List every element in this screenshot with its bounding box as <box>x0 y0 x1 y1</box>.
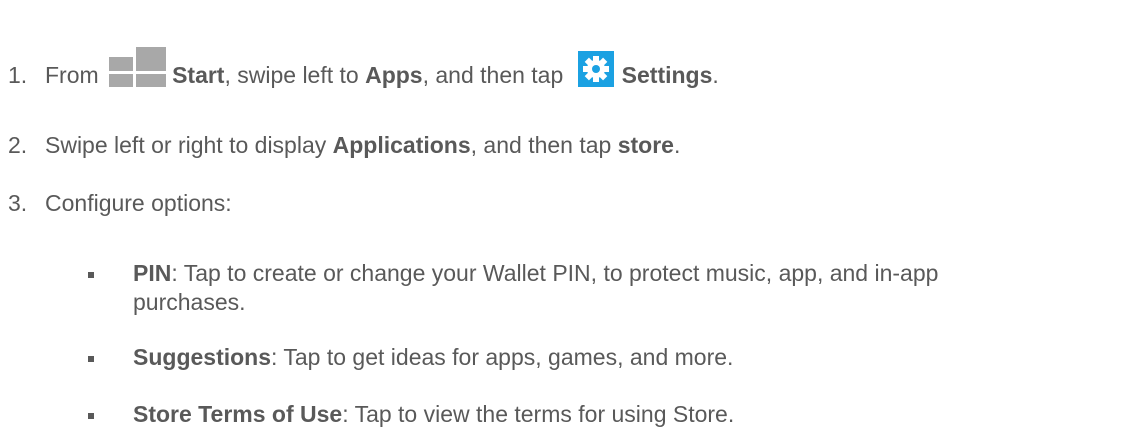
windows-logo-icon <box>109 47 167 87</box>
step-number: 3. <box>8 190 28 216</box>
option-label: Store Terms of Use <box>133 401 343 427</box>
step-text: , swipe left to <box>224 62 366 88</box>
option-store-terms: Store Terms of Use: Tap to view the term… <box>133 400 734 428</box>
apps-label: Apps <box>365 62 423 88</box>
step-2: 2. Swipe left or right to display Applica… <box>8 131 680 159</box>
bullet-marker <box>88 272 94 278</box>
start-label: Start <box>172 62 225 88</box>
step-text: Configure options: <box>45 190 232 216</box>
step-text: , and then tap <box>470 132 618 158</box>
step-text: Swipe left or right to display <box>45 132 333 158</box>
settings-label: Settings <box>621 62 713 88</box>
step-text: . <box>673 132 681 158</box>
option-label: PIN <box>133 260 172 286</box>
option-label: Suggestions <box>133 344 272 370</box>
option-description: : Tap to create or change your Wallet PI… <box>171 260 939 286</box>
option-pin: PIN: Tap to create or change your Wallet… <box>133 259 938 287</box>
step-number: 2. <box>8 132 28 158</box>
step-text: , and then tap <box>422 62 570 88</box>
step-1: 1. From Start, swipe left to Apps, and th… <box>8 47 719 89</box>
step-text: . <box>712 62 719 88</box>
store-label: store <box>617 132 674 158</box>
option-description: : Tap to view the terms for using Store. <box>342 401 735 427</box>
step-text: From <box>45 62 106 88</box>
option-pin-continuation: purchases. <box>133 289 246 315</box>
option-suggestions: Suggestions: Tap to get ideas for apps, … <box>133 343 733 371</box>
step-3: 3. Configure options: <box>8 189 232 217</box>
bullet-marker <box>88 413 94 419</box>
option-description: : Tap to get ideas for apps, games, and … <box>271 344 734 370</box>
applications-label: Applications <box>332 132 471 158</box>
gear-icon <box>577 51 614 87</box>
bullet-marker <box>88 356 94 362</box>
step-number: 1. <box>8 62 28 88</box>
